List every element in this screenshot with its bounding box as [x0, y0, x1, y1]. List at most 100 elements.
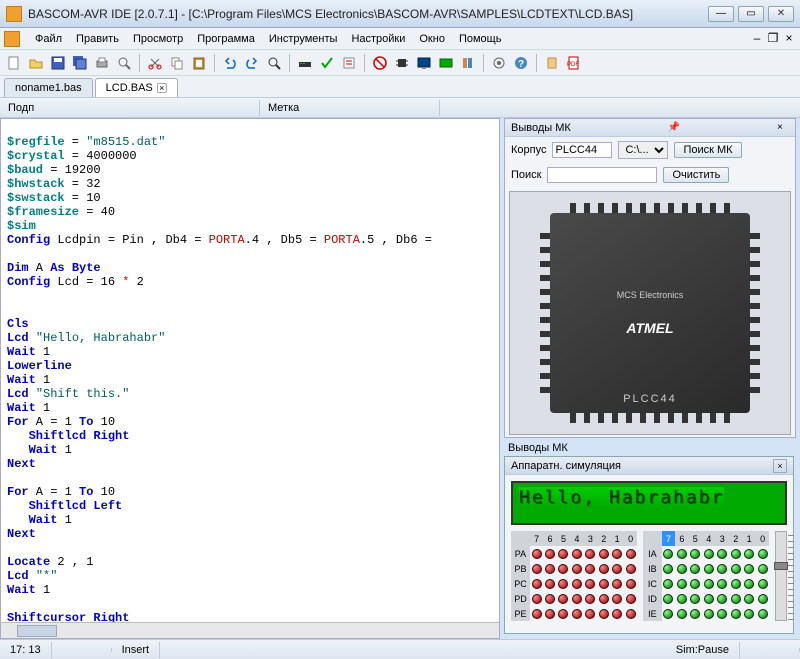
- led-IA-4[interactable]: [704, 549, 714, 559]
- led-PA-6[interactable]: [545, 549, 555, 559]
- print-button[interactable]: [92, 53, 112, 73]
- led-IC-6[interactable]: [677, 579, 687, 589]
- led-IB-2[interactable]: [731, 564, 741, 574]
- led-IC-5[interactable]: [690, 579, 700, 589]
- minimize-button[interactable]: —: [708, 6, 734, 22]
- menu-program[interactable]: Программа: [190, 31, 262, 47]
- led-IC-2[interactable]: [731, 579, 741, 589]
- led-PD-0[interactable]: [626, 594, 636, 604]
- led-IA-7[interactable]: [663, 549, 673, 559]
- led-PE-0[interactable]: [626, 609, 636, 619]
- pin-layout-button[interactable]: [542, 53, 562, 73]
- menu-view[interactable]: Просмотр: [126, 31, 190, 47]
- menu-settings[interactable]: Настройки: [344, 31, 412, 47]
- led-IB-1[interactable]: [744, 564, 754, 574]
- chip-diagram[interactable]: MCS Electronics ATMEL PLCC44: [509, 191, 791, 435]
- led-PA-5[interactable]: [558, 549, 568, 559]
- led-IE-2[interactable]: [731, 609, 741, 619]
- led-ID-6[interactable]: [677, 594, 687, 604]
- led-PB-5[interactable]: [558, 564, 568, 574]
- led-PD-1[interactable]: [612, 594, 622, 604]
- pin-panel-icon[interactable]: 📌: [668, 122, 680, 134]
- menu-window[interactable]: Окно: [412, 31, 452, 47]
- led-ID-5[interactable]: [690, 594, 700, 604]
- close-panel-icon[interactable]: ×: [777, 122, 789, 134]
- led-PA-0[interactable]: [626, 549, 636, 559]
- led-IC-0[interactable]: [758, 579, 768, 589]
- led-PD-4[interactable]: [572, 594, 582, 604]
- mdi-close-button[interactable]: ×: [782, 32, 796, 46]
- terminal-button[interactable]: [414, 53, 434, 73]
- led-IB-6[interactable]: [677, 564, 687, 574]
- led-PE-6[interactable]: [545, 609, 555, 619]
- pdf-viewer-button[interactable]: PDF: [564, 53, 584, 73]
- led-PE-1[interactable]: [612, 609, 622, 619]
- led-IB-7[interactable]: [663, 564, 673, 574]
- close-button[interactable]: ✕: [768, 6, 794, 22]
- cut-button[interactable]: [145, 53, 165, 73]
- help-button[interactable]: ?: [511, 53, 531, 73]
- menu-edit[interactable]: Править: [69, 31, 126, 47]
- program-chip-button[interactable]: [392, 53, 412, 73]
- led-PA-3[interactable]: [585, 549, 595, 559]
- led-IB-0[interactable]: [758, 564, 768, 574]
- horizontal-scrollbar[interactable]: [1, 622, 499, 638]
- clear-button[interactable]: Очистить: [663, 167, 729, 183]
- led-IE-1[interactable]: [744, 609, 754, 619]
- led-PB-3[interactable]: [585, 564, 595, 574]
- mdi-restore-button[interactable]: ❐: [766, 32, 780, 46]
- led-PD-5[interactable]: [558, 594, 568, 604]
- led-PC-2[interactable]: [599, 579, 609, 589]
- led-IB-3[interactable]: [717, 564, 727, 574]
- new-file-button[interactable]: [4, 53, 24, 73]
- search-chip-button[interactable]: Поиск МК: [674, 142, 741, 158]
- mdi-minimize-button[interactable]: –: [750, 32, 764, 46]
- led-PD-3[interactable]: [585, 594, 595, 604]
- led-ID-0[interactable]: [758, 594, 768, 604]
- led-PE-7[interactable]: [532, 609, 542, 619]
- lib-manager-button[interactable]: [458, 53, 478, 73]
- led-PC-6[interactable]: [545, 579, 555, 589]
- path-select[interactable]: C:\...: [618, 141, 668, 159]
- led-PC-4[interactable]: [572, 579, 582, 589]
- led-IC-3[interactable]: [717, 579, 727, 589]
- led-IE-3[interactable]: [717, 609, 727, 619]
- led-ID-7[interactable]: [663, 594, 673, 604]
- led-IC-7[interactable]: [663, 579, 673, 589]
- led-IE-6[interactable]: [677, 609, 687, 619]
- led-PD-6[interactable]: [545, 594, 555, 604]
- options-button[interactable]: [489, 53, 509, 73]
- save-button[interactable]: [48, 53, 68, 73]
- led-IA-2[interactable]: [731, 549, 741, 559]
- maximize-button[interactable]: ▭: [738, 6, 764, 22]
- led-PE-4[interactable]: [572, 609, 582, 619]
- save-all-button[interactable]: [70, 53, 90, 73]
- search-input[interactable]: [547, 167, 657, 183]
- redo-button[interactable]: [242, 53, 262, 73]
- led-PC-0[interactable]: [626, 579, 636, 589]
- led-PD-2[interactable]: [599, 594, 609, 604]
- lcd-designer-button[interactable]: [436, 53, 456, 73]
- subheader-label[interactable]: Метка: [260, 100, 440, 116]
- led-IE-4[interactable]: [704, 609, 714, 619]
- led-PC-1[interactable]: [612, 579, 622, 589]
- paste-button[interactable]: [189, 53, 209, 73]
- open-file-button[interactable]: [26, 53, 46, 73]
- led-PA-2[interactable]: [599, 549, 609, 559]
- led-IE-5[interactable]: [690, 609, 700, 619]
- led-PB-2[interactable]: [599, 564, 609, 574]
- led-IA-6[interactable]: [677, 549, 687, 559]
- led-IA-1[interactable]: [744, 549, 754, 559]
- led-PA-4[interactable]: [572, 549, 582, 559]
- led-PC-3[interactable]: [585, 579, 595, 589]
- led-IB-4[interactable]: [704, 564, 714, 574]
- led-PB-0[interactable]: [626, 564, 636, 574]
- menu-file[interactable]: Файл: [28, 31, 69, 47]
- led-ID-4[interactable]: [704, 594, 714, 604]
- led-PE-5[interactable]: [558, 609, 568, 619]
- led-PB-7[interactable]: [532, 564, 542, 574]
- menu-help[interactable]: Помощь: [452, 31, 509, 47]
- show-result-button[interactable]: [339, 53, 359, 73]
- find-button[interactable]: [264, 53, 284, 73]
- led-ID-2[interactable]: [731, 594, 741, 604]
